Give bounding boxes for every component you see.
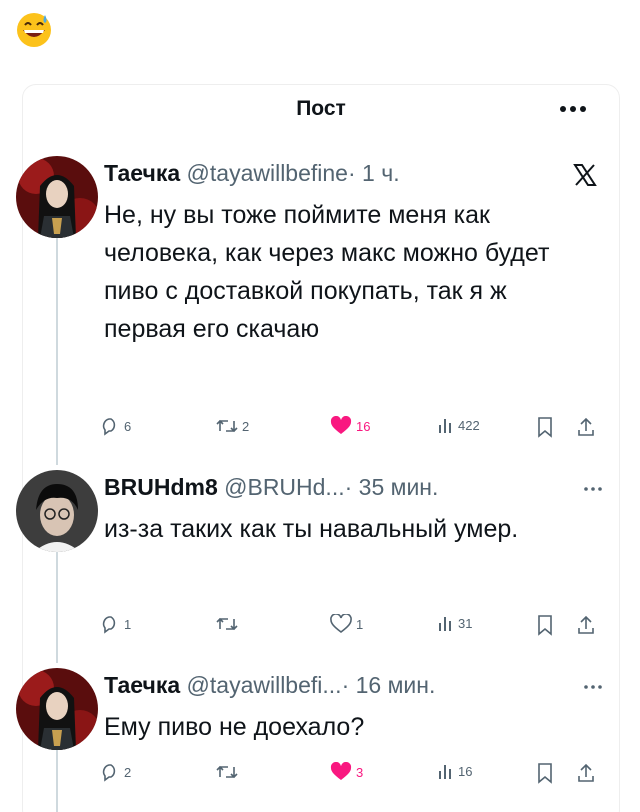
reply-count: 1 xyxy=(124,616,132,632)
heart-filled-icon xyxy=(330,416,352,434)
heart-filled-icon xyxy=(330,762,352,780)
post-time[interactable]: · 16 мин. xyxy=(342,672,436,698)
retweet-icon xyxy=(216,765,238,779)
retweet-button[interactable] xyxy=(216,762,242,782)
author-handle[interactable]: @BRUHd... xyxy=(224,474,344,500)
retweet-icon xyxy=(216,617,238,631)
post-time[interactable]: · 1 ч. xyxy=(348,160,400,186)
share-icon[interactable] xyxy=(576,762,596,784)
views-chart-icon xyxy=(439,765,451,779)
more-options-icon[interactable] xyxy=(557,99,589,119)
reply-button[interactable]: 6 xyxy=(100,416,131,436)
avatar[interactable] xyxy=(16,156,98,238)
author-name[interactable]: Таечка xyxy=(104,160,180,186)
tweet-meta: Таечка @tayawillbefine· 1 ч. xyxy=(104,160,400,187)
author-handle[interactable]: @tayawillbefine xyxy=(187,160,348,186)
tweet-actions: 6 2 16 422 xyxy=(100,416,600,440)
views-chart-icon xyxy=(439,617,451,631)
avatar-image xyxy=(16,156,98,238)
page-title: Пост xyxy=(296,97,346,120)
views-chart-icon xyxy=(439,419,451,433)
retweet-button[interactable] xyxy=(216,614,242,634)
views-button[interactable]: 16 xyxy=(438,762,472,780)
author-handle[interactable]: @tayawillbefi... xyxy=(187,672,342,698)
reply-icon xyxy=(102,616,116,634)
like-button[interactable]: 1 xyxy=(330,614,363,634)
thread-line xyxy=(56,750,58,812)
like-button[interactable]: 3 xyxy=(330,762,363,782)
retweet-count: 2 xyxy=(242,418,250,434)
share-icon[interactable] xyxy=(576,614,596,636)
reply-icon xyxy=(102,418,116,436)
more-options-icon[interactable] xyxy=(582,682,604,692)
avatar-image xyxy=(16,668,98,750)
author-name[interactable]: Таечка xyxy=(104,672,180,698)
view-count: 422 xyxy=(458,417,480,433)
tweet-text: из-за таких как ты навальный умер. xyxy=(104,515,519,543)
like-count: 3 xyxy=(356,764,364,780)
author-name[interactable]: BRUHdm8 xyxy=(104,474,218,500)
reply-button[interactable]: 2 xyxy=(100,762,131,782)
thread-line xyxy=(56,551,58,663)
post-card: Пост xyxy=(22,84,620,812)
share-icon[interactable] xyxy=(576,416,596,438)
retweet-button[interactable]: 2 xyxy=(216,416,249,436)
like-count: 16 xyxy=(356,418,371,434)
more-options-icon[interactable] xyxy=(582,484,604,494)
reply-count: 6 xyxy=(124,418,132,434)
tweet-meta: Таечка @tayawillbefi...· 16 мин. xyxy=(104,672,435,699)
reply-button[interactable]: 1 xyxy=(100,614,131,634)
view-count: 31 xyxy=(458,615,473,631)
like-button[interactable]: 16 xyxy=(330,416,370,436)
heart-outline-icon xyxy=(330,614,352,634)
reply-icon xyxy=(102,764,116,782)
bookmark-icon[interactable] xyxy=(536,614,554,636)
post-time[interactable]: · 35 мин. xyxy=(345,474,439,500)
tweet-text: Не, ну вы тоже поймите меня как человека… xyxy=(104,201,550,343)
bookmark-icon[interactable] xyxy=(536,762,554,784)
tweet-actions: 2 3 16 xyxy=(100,762,600,786)
avatar[interactable] xyxy=(16,470,98,552)
reply-count: 2 xyxy=(124,764,132,780)
views-button[interactable]: 422 xyxy=(438,416,480,434)
tweet-text: Ему пиво не доехало? xyxy=(104,713,365,741)
views-button[interactable]: 31 xyxy=(438,614,472,632)
retweet-icon xyxy=(216,419,238,433)
view-count: 16 xyxy=(458,763,473,779)
x-logo-icon xyxy=(573,164,597,186)
tweet-meta: BRUHdm8 @BRUHd...· 35 мин. xyxy=(104,474,438,501)
avatar-image xyxy=(16,470,98,552)
like-count: 1 xyxy=(356,616,364,632)
grinning-sweat-emoji-icon xyxy=(17,13,51,47)
post-header: Пост xyxy=(23,85,619,131)
tweet-actions: 1 1 31 xyxy=(100,614,600,638)
bookmark-icon[interactable] xyxy=(536,416,554,438)
avatar[interactable] xyxy=(16,668,98,750)
